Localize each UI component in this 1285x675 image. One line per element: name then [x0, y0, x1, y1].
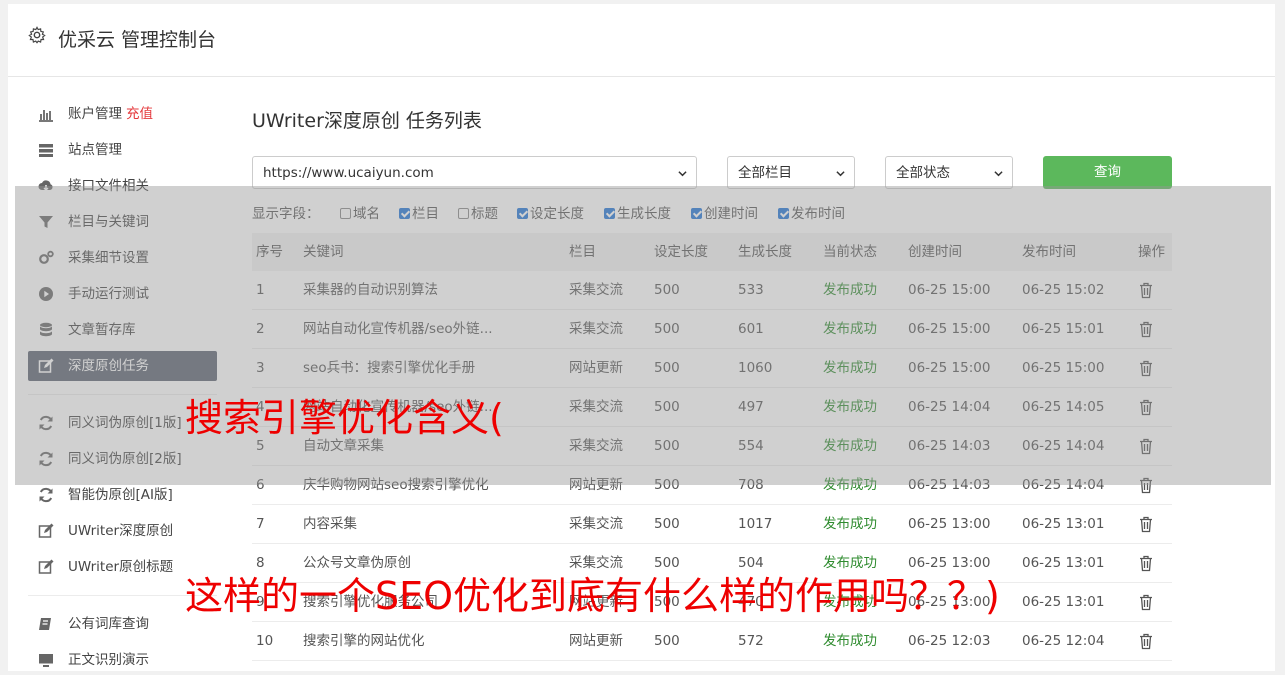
cell-keyword: 搜索引擎的网站优化: [303, 633, 425, 649]
trash-icon[interactable]: [1138, 555, 1154, 572]
cell-gen-length: 572: [738, 633, 764, 649]
cell-created: 06-25 12:03: [908, 633, 991, 649]
sidebar-item-label: 公有词库查询: [68, 616, 149, 632]
cell-created: 06-25 13:00: [908, 516, 991, 532]
book-icon: [39, 618, 51, 630]
recharge-link[interactable]: 充值: [126, 106, 153, 122]
top-header: 优采云 管理控制台: [8, 4, 1275, 77]
overlay-text-line2: 这样的一个SEO优化到底有什么样的作用吗？？): [185, 574, 1000, 618]
cell-column: 采集交流: [569, 516, 623, 532]
cell-published: 06-25 12:04: [1022, 633, 1105, 649]
monitor-icon: [39, 654, 53, 667]
cell-no: 7: [256, 516, 265, 532]
page-title: UWriter深度原创 任务列表: [252, 110, 482, 132]
gear-icon: [28, 26, 46, 44]
sidebar-item-label: UWriter原创标题: [68, 559, 174, 575]
refresh-icon: [39, 487, 53, 503]
status-select[interactable]: 全部状态: [885, 156, 1013, 189]
table-row: 10 搜索引擎的网站优化 网站更新 500 572 发布成功 06-25 12:03 06-2…: [252, 622, 1172, 661]
cell-published: 06-25 13:01: [1022, 594, 1105, 610]
cell-set-length: 500: [654, 516, 680, 532]
query-button[interactable]: 查询: [1043, 156, 1172, 189]
cell-set-length: 500: [654, 633, 680, 649]
sidebar-item-uwriter-original[interactable]: UWriter深度原创: [28, 516, 217, 546]
chevron-down-icon: [994, 171, 1003, 177]
cell-no: 10: [256, 633, 274, 649]
bar-chart-icon: [39, 110, 53, 122]
table-row: 7 内容采集 采集交流 500 1017 发布成功 06-25 13:00 06-25 13:…: [252, 505, 1172, 544]
site-select[interactable]: https://www.ucaiyun.com: [252, 156, 697, 189]
app-title: 优采云 管理控制台: [58, 29, 217, 51]
cell-column: 网站更新: [569, 633, 623, 649]
edit-icon: [38, 523, 54, 538]
sidebar-item-label: 账户管理: [68, 106, 122, 122]
cell-keyword: 内容采集: [303, 516, 357, 532]
column-select-value: 全部栏目: [738, 165, 792, 181]
sidebar-item-account[interactable]: 账户管理 充值: [28, 99, 217, 129]
cell-gen-length: 1017: [738, 516, 773, 532]
cell-published: 06-25 13:01: [1022, 555, 1105, 571]
trash-icon[interactable]: [1138, 516, 1154, 533]
cell-status: 发布成功: [823, 516, 877, 532]
chevron-down-icon: [678, 171, 687, 177]
sidebar-item-sites[interactable]: 站点管理: [28, 135, 217, 165]
site-select-value: https://www.ucaiyun.com: [263, 165, 434, 181]
trash-icon[interactable]: [1138, 594, 1154, 611]
chevron-down-icon: [836, 171, 845, 177]
cell-published: 06-25 13:01: [1022, 516, 1105, 532]
server-icon: [39, 144, 53, 157]
overlay-text-line1: 搜索引擎优化含义(: [185, 396, 504, 440]
edit-icon: [38, 559, 54, 574]
sidebar-item-label: 站点管理: [68, 142, 122, 158]
cell-status: 发布成功: [823, 633, 877, 649]
column-select[interactable]: 全部栏目: [727, 156, 855, 189]
trash-icon[interactable]: [1138, 633, 1154, 650]
status-select-value: 全部状态: [896, 165, 950, 181]
sidebar-item-label: UWriter深度原创: [68, 523, 174, 539]
